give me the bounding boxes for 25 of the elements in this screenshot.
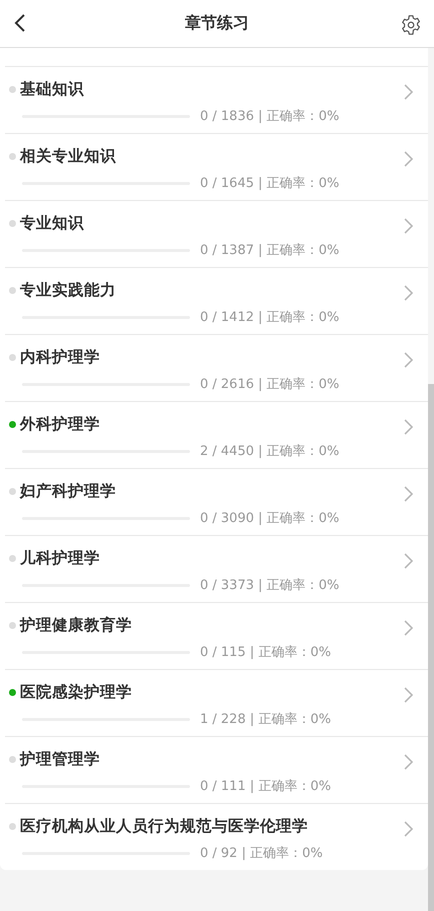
chapter-title: 外科护理学 (20, 414, 100, 434)
chapter-title: 相关专业知识 (20, 146, 116, 166)
chapter-title: 医疗机构从业人员行为规范与医学伦理学 (20, 816, 308, 836)
progress-stats: 0 / 2616 | 正确率：0% (200, 376, 340, 393)
chapter-title: 妇产科护理学 (20, 480, 116, 502)
progress-stats: 0 / 92 | 正确率：0% (200, 845, 323, 862)
progress-stats: 0 / 3373 | 正确率：0% (200, 577, 340, 594)
progress-stats: 1 / 228 | 正确率：0% (200, 711, 331, 728)
chapter-title: 护理管理学 (20, 748, 100, 770)
chapter-title: 儿科护理学 (20, 548, 100, 568)
chapter-title: 护理健康教育学 (20, 614, 132, 636)
progress-stats: 0 / 115 | 正确率：0% (200, 644, 331, 661)
chapter-title: 基础知识 (20, 78, 84, 100)
chapter-title: 医院感染护理学 (20, 682, 132, 702)
progress-stats: 0 / 1387 | 正确率：0% (200, 242, 340, 259)
progress-stats: 0 / 3090 | 正确率：0% (200, 510, 340, 527)
chapter-title: 专业实践能力 (20, 280, 116, 300)
page-title: 章节练习 (185, 13, 249, 34)
progress-stats: 0 / 111 | 正确率：0% (200, 778, 331, 795)
chapter-title: 专业知识 (20, 212, 84, 234)
progress-stats: 0 / 1645 | 正确率：0% (200, 175, 340, 192)
progress-stats: 2 / 4450 | 正确率：0% (200, 443, 340, 460)
chapter-title: 内科护理学 (20, 346, 100, 368)
progress-stats: 0 / 1836 | 正确率：0% (200, 108, 340, 125)
progress-stats: 0 / 1412 | 正确率：0% (200, 309, 340, 326)
